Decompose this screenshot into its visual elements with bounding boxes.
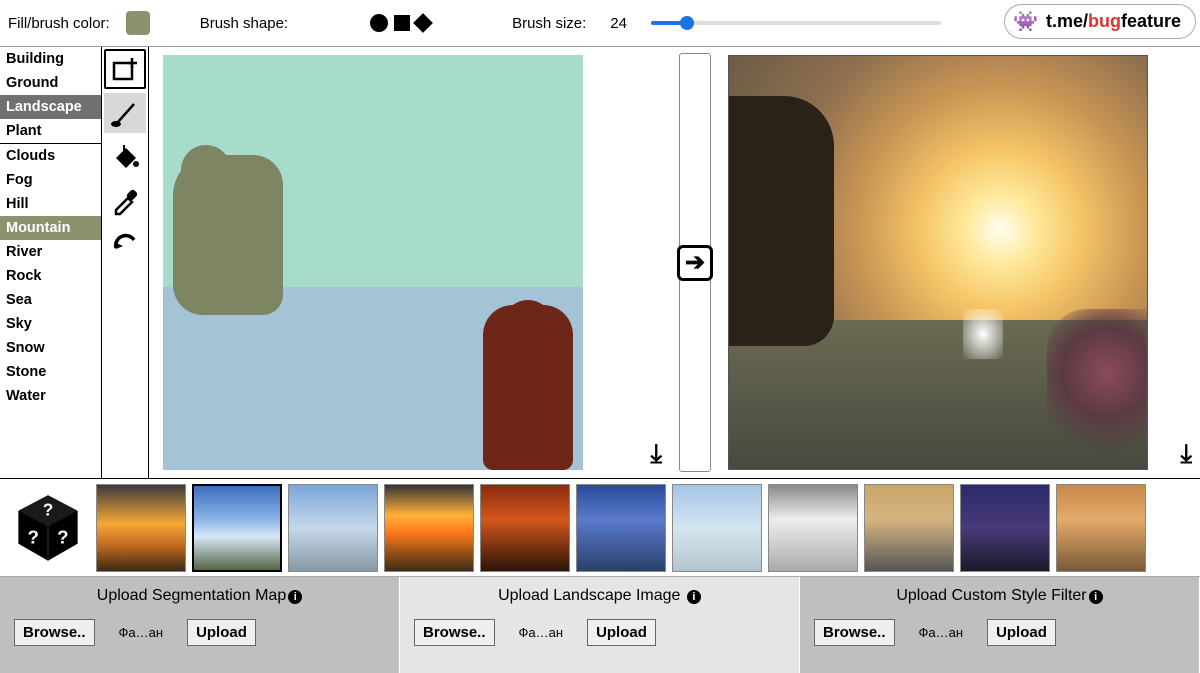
fill-bucket-tool[interactable] bbox=[104, 137, 146, 177]
brush-shape-group bbox=[370, 14, 430, 32]
download-output-icon[interactable]: ⤓ bbox=[1181, 438, 1193, 470]
style-thumb-clouds2[interactable] bbox=[864, 484, 954, 572]
badge-prefix: t.me/ bbox=[1046, 11, 1088, 31]
undo-tool[interactable] bbox=[104, 225, 146, 265]
upload-seg-title: Upload Segmentation Map bbox=[97, 587, 286, 604]
brush-tool[interactable] bbox=[104, 93, 146, 133]
random-style-button[interactable]: ? ? ? bbox=[6, 486, 90, 570]
style-thumb-snow1[interactable] bbox=[672, 484, 762, 572]
upload-landscape-title: Upload Landscape Image bbox=[498, 587, 680, 604]
browse-seg-button[interactable]: Browse.. bbox=[14, 619, 95, 646]
category-river[interactable]: River bbox=[0, 240, 101, 264]
upload-landscape-panel: Upload Landscape Image i Browse.. Фа…ан … bbox=[400, 577, 800, 673]
category-fog[interactable]: Fog bbox=[0, 168, 101, 192]
svg-text:?: ? bbox=[27, 526, 38, 547]
style-thumb-sunset3[interactable] bbox=[480, 484, 570, 572]
style-thumb-sky2[interactable] bbox=[288, 484, 378, 572]
style-thumb-clouds[interactable] bbox=[192, 484, 282, 572]
info-icon[interactable]: i bbox=[1089, 590, 1103, 604]
style-thumb-night[interactable] bbox=[960, 484, 1050, 572]
category-list: BuildingGroundLandscapePlant CloudsFogHi… bbox=[0, 47, 102, 478]
download-canvas-icon[interactable]: ⤓ bbox=[651, 438, 663, 470]
category-water[interactable]: Water bbox=[0, 384, 101, 408]
browse-landscape-button[interactable]: Browse.. bbox=[414, 619, 495, 646]
upload-landscape-button[interactable]: Upload bbox=[587, 619, 656, 646]
segmentation-canvas[interactable] bbox=[163, 55, 583, 470]
svg-text:?: ? bbox=[43, 499, 53, 519]
topbar: Fill/brush color: Brush shape: Brush siz… bbox=[0, 0, 1200, 47]
style-thumb-snow2[interactable] bbox=[768, 484, 858, 572]
output-image bbox=[728, 55, 1148, 470]
eyedropper-tool[interactable] bbox=[104, 181, 146, 221]
upload-segmentation-panel: Upload Segmentation Mapi Browse.. Фа…ан … bbox=[0, 577, 400, 673]
category-clouds[interactable]: Clouds bbox=[0, 144, 101, 168]
tool-palette bbox=[102, 47, 149, 478]
seg-filename: Фа…ан bbox=[119, 625, 164, 640]
category-landscape[interactable]: Landscape bbox=[0, 95, 101, 119]
category-snow[interactable]: Snow bbox=[0, 336, 101, 360]
landscape-filename: Фа…ан bbox=[519, 625, 564, 640]
brush-size-slider[interactable] bbox=[651, 15, 941, 31]
output-column: ⤓ bbox=[720, 47, 1200, 478]
shape-circle-icon[interactable] bbox=[370, 14, 388, 32]
category-stone[interactable]: Stone bbox=[0, 360, 101, 384]
generate-button[interactable]: ➔ bbox=[677, 245, 713, 281]
category-mountain[interactable]: Mountain bbox=[0, 216, 101, 240]
upload-style-title: Upload Custom Style Filter bbox=[896, 587, 1086, 604]
category-sea[interactable]: Sea bbox=[0, 288, 101, 312]
telegram-badge[interactable]: 👾 t.me/bugfeature bbox=[1004, 4, 1196, 39]
brush-shape-label: Brush shape: bbox=[200, 15, 288, 32]
style-thumb-sunset4[interactable] bbox=[1056, 484, 1146, 572]
style-thumb-sunset1[interactable] bbox=[96, 484, 186, 572]
upload-style-button[interactable]: Upload bbox=[987, 619, 1056, 646]
category-plant[interactable]: Plant bbox=[0, 119, 101, 143]
style-thumb-sea1[interactable] bbox=[576, 484, 666, 572]
add-rectangle-tool[interactable] bbox=[104, 49, 146, 89]
brush-size-value: 24 bbox=[610, 15, 627, 32]
info-icon[interactable]: i bbox=[288, 590, 302, 604]
style-thumb-sunset2[interactable] bbox=[384, 484, 474, 572]
category-rock[interactable]: Rock bbox=[0, 264, 101, 288]
fill-color-label: Fill/brush color: bbox=[8, 15, 110, 32]
generate-column: ➔ bbox=[670, 47, 720, 478]
main-area: BuildingGroundLandscapePlant CloudsFogHi… bbox=[0, 47, 1200, 479]
shape-diamond-icon[interactable] bbox=[413, 13, 433, 33]
space-invader-icon: 👾 bbox=[1013, 9, 1038, 34]
badge-feature: feature bbox=[1121, 11, 1181, 31]
canvas-column: ⤓ bbox=[149, 47, 670, 478]
upload-seg-button[interactable]: Upload bbox=[187, 619, 256, 646]
info-icon[interactable]: i bbox=[687, 590, 701, 604]
badge-bug: bug bbox=[1088, 11, 1121, 31]
shape-square-icon[interactable] bbox=[394, 15, 410, 31]
browse-style-button[interactable]: Browse.. bbox=[814, 619, 895, 646]
style-strip: ? ? ? bbox=[0, 479, 1200, 577]
category-building[interactable]: Building bbox=[0, 47, 101, 71]
svg-text:?: ? bbox=[57, 526, 68, 547]
category-sky[interactable]: Sky bbox=[0, 312, 101, 336]
category-hill[interactable]: Hill bbox=[0, 192, 101, 216]
style-filename: Фа…ан bbox=[919, 625, 964, 640]
category-ground[interactable]: Ground bbox=[0, 71, 101, 95]
brush-size-label: Brush size: bbox=[512, 15, 586, 32]
upload-style-panel: Upload Custom Style Filteri Browse.. Фа…… bbox=[800, 577, 1200, 673]
color-swatch[interactable] bbox=[126, 11, 150, 35]
upload-row: Upload Segmentation Mapi Browse.. Фа…ан … bbox=[0, 577, 1200, 673]
